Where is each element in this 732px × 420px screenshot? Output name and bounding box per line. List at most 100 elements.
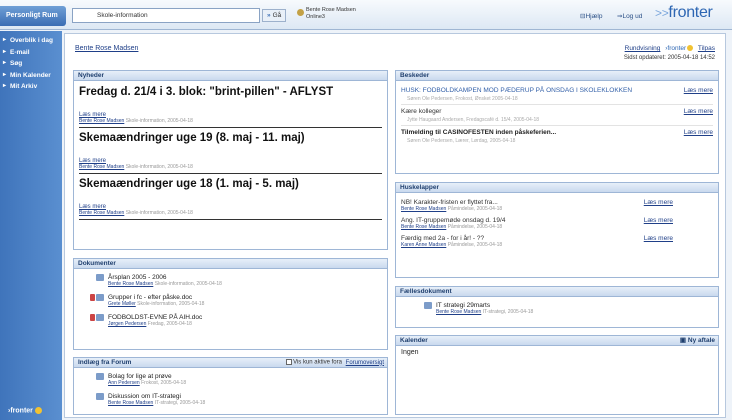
forum-thread-icon: [96, 373, 104, 380]
sidebar-item-email[interactable]: ▸ E-mail: [0, 47, 62, 59]
forum-thread-icon: [96, 393, 104, 400]
sidebar-fronter-logo: ›fronter: [8, 406, 42, 414]
online-status[interactable]: Bente Rose Madsen Online3: [297, 7, 356, 21]
reminder-item[interactable]: Færdig med 2a - for i år! - ?? Karen Ann…: [401, 232, 713, 250]
reminder-item[interactable]: Ang. IT-gruppemøde onsdag d. 19/4 Bente …: [401, 214, 713, 232]
new-appointment-button[interactable]: ▣ Ny aftale: [680, 336, 715, 344]
word-document-icon: [96, 314, 104, 321]
reminder-author[interactable]: Karen Anne Madsen: [401, 242, 446, 248]
document-author[interactable]: Bente Rose Madsen: [108, 281, 153, 287]
documents-panel-title: Dokumenter: [74, 259, 387, 269]
reminder-item[interactable]: NB! Karakter-fristen er flyttet fra... B…: [401, 196, 713, 214]
sidebar-item-search[interactable]: ▸ Søg: [0, 58, 62, 70]
logout-link[interactable]: ⇒Log ud: [617, 12, 642, 20]
news-headline[interactable]: Skemaændringer uge 19 (8. maj - 11. maj): [79, 132, 382, 144]
go-button[interactable]: » Gå: [262, 9, 287, 22]
divider: [79, 173, 382, 174]
sidebar-item-archive[interactable]: ▸ Mit Arkiv: [0, 81, 62, 93]
news-panel: Nyheder Fredag d. 21/4 i 3. blok: "brint…: [73, 70, 388, 250]
document-item[interactable]: FODBOLDST-EVNE PÅ AIH.doc Jørgen Pederse…: [90, 312, 382, 329]
message-title[interactable]: Tilmelding til CASINOFESTEN inden påskef…: [401, 129, 713, 136]
read-more-link[interactable]: Læs mere: [684, 129, 713, 136]
document-item[interactable]: Grupper i fc - efter påske.doc Grete Møl…: [90, 292, 382, 309]
document-icon: [96, 274, 104, 281]
forum-author[interactable]: Bente Rose Madsen: [108, 400, 153, 406]
last-updated: Sidst opdateret: 2005-04-18 14:52: [623, 55, 715, 61]
forum-panel: Indlæg fra Forum Vis kun aktive fora For…: [73, 357, 388, 415]
message-title[interactable]: Kære kolleger: [401, 108, 713, 115]
personal-room-tab[interactable]: Personligt Rum: [0, 6, 66, 26]
message-item[interactable]: HUSK: FODBOLDKAMPEN MOD PÆDERUP PÅ ONSDA…: [401, 84, 713, 105]
user-link[interactable]: Bente Rose Madsen: [75, 45, 138, 52]
go-label: Gå: [272, 12, 282, 19]
reminder-author[interactable]: Bente Rose Madsen: [401, 206, 446, 212]
forum-thread-name[interactable]: Bolag for lige at prøve: [108, 373, 382, 380]
document-author[interactable]: Grete Møller: [108, 301, 136, 307]
document-name[interactable]: Årsplan 2005 - 2006: [108, 274, 382, 281]
calendar-empty-text: Ingen: [401, 349, 419, 356]
sidebar: ▸ Overblik i dag ▸ E-mail ▸ Søg ▸ Min Kalend…: [0, 31, 62, 420]
reminders-panel-title: Huskelapper: [396, 183, 718, 193]
arrow-icon: ▸: [3, 83, 7, 89]
active-forums-label: Vis kun aktive fora: [293, 359, 342, 366]
sidebar-item-calendar[interactable]: ▸ Min Kalender: [0, 70, 62, 82]
shared-document-item[interactable]: IT strategi 29marts Bente Rose Madsen IT…: [424, 300, 713, 317]
message-meta: Søren Ole Pedersen, Frokost, Ønsket 2005…: [407, 96, 518, 102]
news-headline[interactable]: Skemaændringer uge 18 (1. maj - 5. maj): [79, 178, 382, 190]
forum-thread-name[interactable]: Diskussion om IT-strategi: [108, 393, 382, 400]
news-author[interactable]: Bente Rose Madsen: [79, 164, 124, 170]
news-item: Skemaændringer uge 19 (8. maj - 11. maj)…: [79, 132, 382, 174]
arrow-icon: ▸: [3, 48, 7, 55]
news-author[interactable]: Bente Rose Madsen: [79, 118, 124, 124]
forum-overview-link[interactable]: Forumoversigt: [346, 360, 384, 366]
messages-panel: Beskeder HUSK: FODBOLDKAMPEN MOD PÆDERUP…: [395, 70, 719, 174]
document-author[interactable]: Jørgen Pedersen: [108, 321, 146, 327]
forum-author[interactable]: Ann Pedersen: [108, 380, 140, 386]
document-icon: [424, 302, 432, 309]
calendar-panel: Kalender ▣ Ny aftale Ingen: [395, 335, 719, 415]
news-author[interactable]: Bente Rose Madsen: [79, 210, 124, 216]
news-item: Skemaændringer uge 18 (1. maj - 5. maj) …: [79, 178, 382, 220]
read-more-link[interactable]: Læs mere: [684, 87, 713, 94]
message-meta: Jytte Haugaard Andersen, Fredagscafé d. …: [407, 117, 540, 123]
document-name[interactable]: FODBOLDST-EVNE PÅ AIH.doc: [108, 314, 382, 321]
read-more-link[interactable]: Læs mere: [684, 108, 713, 115]
message-item[interactable]: Kære kolleger Jytte Haugaard Andersen, F…: [401, 105, 713, 126]
arrow-icon: ▸: [3, 60, 7, 66]
document-name[interactable]: Grupper i fc - efter påske.doc: [108, 294, 382, 301]
help-link[interactable]: ⊟Hjælp: [580, 12, 602, 20]
document-item[interactable]: Årsplan 2005 - 2006 Bente Rose Madsen Sk…: [96, 272, 382, 289]
calendar-panel-title: Kalender: [400, 337, 428, 344]
read-more-link[interactable]: Læs mere: [644, 217, 673, 224]
forum-item[interactable]: Diskussion om IT-strategi Bente Rose Mad…: [96, 391, 382, 408]
news-headline[interactable]: Fredag d. 21/4 i 3. blok: "brint-pillen"…: [79, 86, 382, 98]
room-select[interactable]: Skole-information: [72, 8, 260, 23]
news-meta: Skole-information, 2005-04-18: [125, 118, 193, 124]
forum-item[interactable]: Bolag for lige at prøve Ann Pedersen Fro…: [96, 371, 382, 388]
customize-link[interactable]: Tilpas: [698, 45, 715, 52]
logo-chevron-icon: >>: [655, 6, 669, 20]
message-item[interactable]: Tilmelding til CASINOFESTEN inden påskef…: [401, 126, 713, 146]
news-item: Fredag d. 21/4 i 3. blok: "brint-pillen"…: [79, 86, 382, 128]
shared-documents-panel: Fællesdokument IT strategi 29marts Bente…: [395, 286, 719, 328]
sidebar-item-overview[interactable]: ▸ Overblik i dag: [0, 35, 62, 47]
online-count: Online3: [306, 14, 325, 20]
fronter-small-logo: ›fronter: [665, 45, 694, 52]
read-more-link[interactable]: Læs mere: [644, 235, 673, 242]
shared-document-name[interactable]: IT strategi 29marts: [436, 302, 713, 309]
news-meta: Skole-information, 2005-04-18: [125, 210, 193, 216]
message-title[interactable]: HUSK: FODBOLDKAMPEN MOD PÆDERUP PÅ ONSDA…: [401, 87, 713, 94]
header-links: Rundvisning ›fronter Tilpas: [625, 45, 715, 52]
shared-document-author[interactable]: Bente Rose Madsen: [436, 309, 481, 315]
reminder-author[interactable]: Bente Rose Madsen: [401, 224, 446, 230]
read-more-link[interactable]: Læs mere: [644, 199, 673, 206]
divider: [79, 127, 382, 128]
new-badge-icon: [90, 314, 95, 321]
news-panel-title: Nyheder: [74, 71, 387, 81]
calendar-panel-header: Kalender ▣ Ny aftale: [396, 336, 718, 346]
tour-link[interactable]: Rundvisning: [625, 45, 661, 52]
top-bar: Personligt Rum Skole-information » Gå Ben…: [0, 0, 732, 30]
documents-panel: Dokumenter Årsplan 2005 - 2006 Bente Ros…: [73, 258, 388, 350]
calendar-add-icon: ▣: [679, 337, 687, 344]
active-forums-checkbox[interactable]: [286, 359, 293, 365]
